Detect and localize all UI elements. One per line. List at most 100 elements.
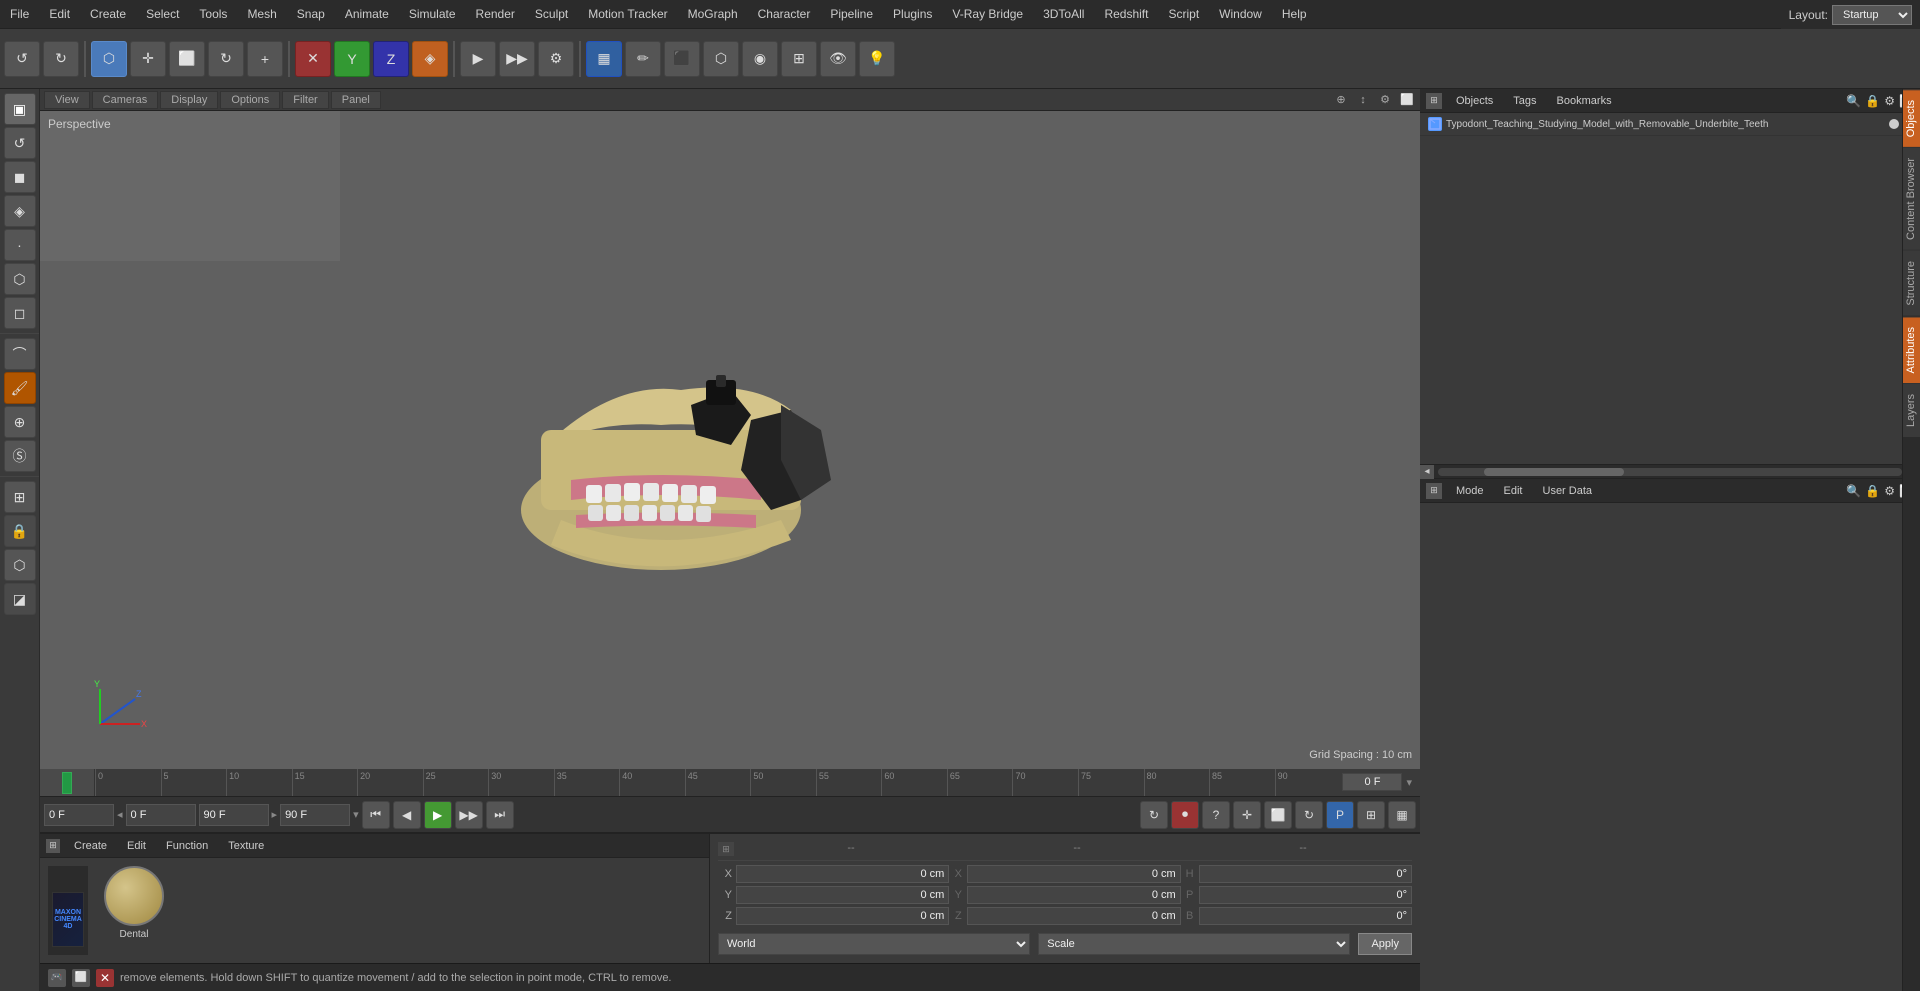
help-btn[interactable]: ? <box>1202 801 1230 829</box>
lock-btn[interactable]: 🔒 <box>4 515 36 547</box>
mat-create[interactable]: Create <box>68 838 113 854</box>
status-close-btn[interactable]: ✕ <box>96 969 114 987</box>
obj-lock-icon[interactable]: 🔒 <box>1865 94 1880 108</box>
undo-btn[interactable]: ↺ <box>4 41 40 77</box>
menu-3dtoall[interactable]: 3DToAll <box>1033 3 1094 25</box>
next-frame-btn[interactable]: ▶▶ <box>455 801 483 829</box>
coord-world-dropdown[interactable]: World <box>718 933 1030 955</box>
select-tool-btn[interactable]: ⬡ <box>91 41 127 77</box>
visibility-dot-1[interactable] <box>1889 119 1899 129</box>
render-active-btn[interactable]: ▶▶ <box>499 41 535 77</box>
current-frame-input[interactable] <box>1342 773 1402 791</box>
coord-p-rot[interactable] <box>1199 886 1412 904</box>
go-start-btn[interactable]: ⏮ <box>362 801 390 829</box>
mode-object-btn[interactable]: ▣ <box>4 93 36 125</box>
vtab-attributes[interactable]: Attributes <box>1903 316 1920 383</box>
redo-btn[interactable]: ↻ <box>43 41 79 77</box>
frame-current-input[interactable] <box>126 804 196 826</box>
loop-btn[interactable]: ↻ <box>1140 801 1168 829</box>
object-tree-item[interactable]: Typodont_Teaching_Studying_Model_with_Re… <box>1420 113 1920 136</box>
record2-btn[interactable]: P <box>1326 801 1354 829</box>
obj-search-icon[interactable]: 🔍 <box>1846 94 1861 108</box>
obj-menu-tags[interactable]: Tags <box>1507 93 1542 109</box>
tab-view[interactable]: View <box>44 91 90 109</box>
mat-edit[interactable]: Edit <box>121 838 152 854</box>
menu-snap[interactable]: Snap <box>287 3 335 25</box>
material-swatch-dental[interactable] <box>104 866 164 926</box>
vtab-layers[interactable]: Layers <box>1903 383 1920 437</box>
coord-z-pos[interactable] <box>736 907 949 925</box>
grid-btn[interactable]: ⊞ <box>781 41 817 77</box>
vtab-content-browser[interactable]: Content Browser <box>1903 147 1920 250</box>
obj-settings-icon[interactable]: ⚙ <box>1884 94 1895 108</box>
snap-btn[interactable]: ⬡ <box>703 41 739 77</box>
play-btn[interactable]: ▶ <box>424 801 452 829</box>
camera-btn[interactable]: 👁 <box>820 41 856 77</box>
obj-menu-objects[interactable]: Objects <box>1450 93 1499 109</box>
scroll-left-arrow[interactable]: ◂ <box>1420 465 1434 479</box>
attr-search-icon[interactable]: 🔍 <box>1846 484 1861 498</box>
menu-sculpt[interactable]: Sculpt <box>525 3 578 25</box>
rotate-tool-btn[interactable]: ↻ <box>208 41 244 77</box>
draw-mode-btn[interactable]: ✏ <box>625 41 661 77</box>
tab-display[interactable]: Display <box>160 91 218 109</box>
vp-icon-crosshair[interactable]: ⊕ <box>1332 91 1350 109</box>
grid-tool-btn[interactable]: ⊞ <box>4 481 36 513</box>
tab-cameras[interactable]: Cameras <box>92 91 159 109</box>
material-swatch-wrap[interactable]: Dental <box>104 866 164 940</box>
scroll-track[interactable] <box>1438 468 1902 476</box>
spline-tool-btn[interactable]: ⌒ <box>4 338 36 370</box>
move3d-btn[interactable]: ✛ <box>1233 801 1261 829</box>
mode-point-btn[interactable]: · <box>4 229 36 261</box>
coord-scale-dropdown[interactable]: Scale <box>1038 933 1350 955</box>
mode-scene-btn[interactable]: ◻ <box>4 297 36 329</box>
obj-menu-bookmarks[interactable]: Bookmarks <box>1551 93 1618 109</box>
record-btn[interactable]: ⏺ <box>1171 801 1199 829</box>
keyframe-btn[interactable]: ⊞ <box>1357 801 1385 829</box>
snap-tool-btn[interactable]: ⊕ <box>4 406 36 438</box>
light-btn[interactable]: 💡 <box>859 41 895 77</box>
viewport[interactable]: Perspective <box>40 111 1420 769</box>
frame-end-input[interactable] <box>199 804 269 826</box>
menu-script[interactable]: Script <box>1158 3 1209 25</box>
mode-rotate-btn[interactable]: ↺ <box>4 127 36 159</box>
menu-mograph[interactable]: MoGraph <box>678 3 748 25</box>
vtab-objects[interactable]: Objects <box>1903 89 1920 147</box>
menu-animate[interactable]: Animate <box>335 3 399 25</box>
attr-menu-edit[interactable]: Edit <box>1498 483 1529 499</box>
mode-edge-btn[interactable]: ◈ <box>4 195 36 227</box>
frame-start-input[interactable] <box>44 804 114 826</box>
coord-h-rot[interactable] <box>1199 865 1412 883</box>
object-axis-btn[interactable]: ◈ <box>412 41 448 77</box>
rotate3d-btn[interactable]: ↻ <box>1295 801 1323 829</box>
attr-menu-userdata[interactable]: User Data <box>1537 483 1599 499</box>
scale-tool-btn[interactable]: ⬜ <box>169 41 205 77</box>
render-settings-btn[interactable]: ⚙ <box>538 41 574 77</box>
menu-redshift[interactable]: Redshift <box>1094 3 1158 25</box>
attr-menu-mode[interactable]: Mode <box>1450 483 1490 499</box>
menu-select[interactable]: Select <box>136 3 189 25</box>
coord-y-pos[interactable] <box>736 886 949 904</box>
autokey-btn[interactable]: ▦ <box>1388 801 1416 829</box>
render-region-btn[interactable]: ▶ <box>460 41 496 77</box>
attr-settings-icon[interactable]: ⚙ <box>1884 484 1895 498</box>
menu-edit[interactable]: Edit <box>39 3 80 25</box>
perspective-view-btn[interactable]: ⬛ <box>664 41 700 77</box>
menu-motion-tracker[interactable]: Motion Tracker <box>578 3 677 25</box>
coord-x-size[interactable] <box>967 865 1180 883</box>
menu-file[interactable]: File <box>0 3 39 25</box>
mode-polygon-btn[interactable]: ◼ <box>4 161 36 193</box>
extra-btn[interactable]: ◪ <box>4 583 36 615</box>
frame-stepper[interactable]: ▾ <box>1406 776 1412 789</box>
menu-pipeline[interactable]: Pipeline <box>820 3 883 25</box>
lock-y-btn[interactable]: Y <box>334 41 370 77</box>
coord-apply-btn[interactable]: Apply <box>1358 933 1412 955</box>
mat-texture[interactable]: Texture <box>222 838 270 854</box>
render-sidebar-btn[interactable]: ⬡ <box>4 549 36 581</box>
select3d-btn[interactable]: ⬜ <box>1264 801 1292 829</box>
go-end-btn[interactable]: ⏭ <box>486 801 514 829</box>
material-btn[interactable]: ◉ <box>742 41 778 77</box>
attr-lock-icon[interactable]: 🔒 <box>1865 484 1880 498</box>
prev-frame-btn[interactable]: ◀ <box>393 801 421 829</box>
lock-x-btn[interactable]: ✕ <box>295 41 331 77</box>
